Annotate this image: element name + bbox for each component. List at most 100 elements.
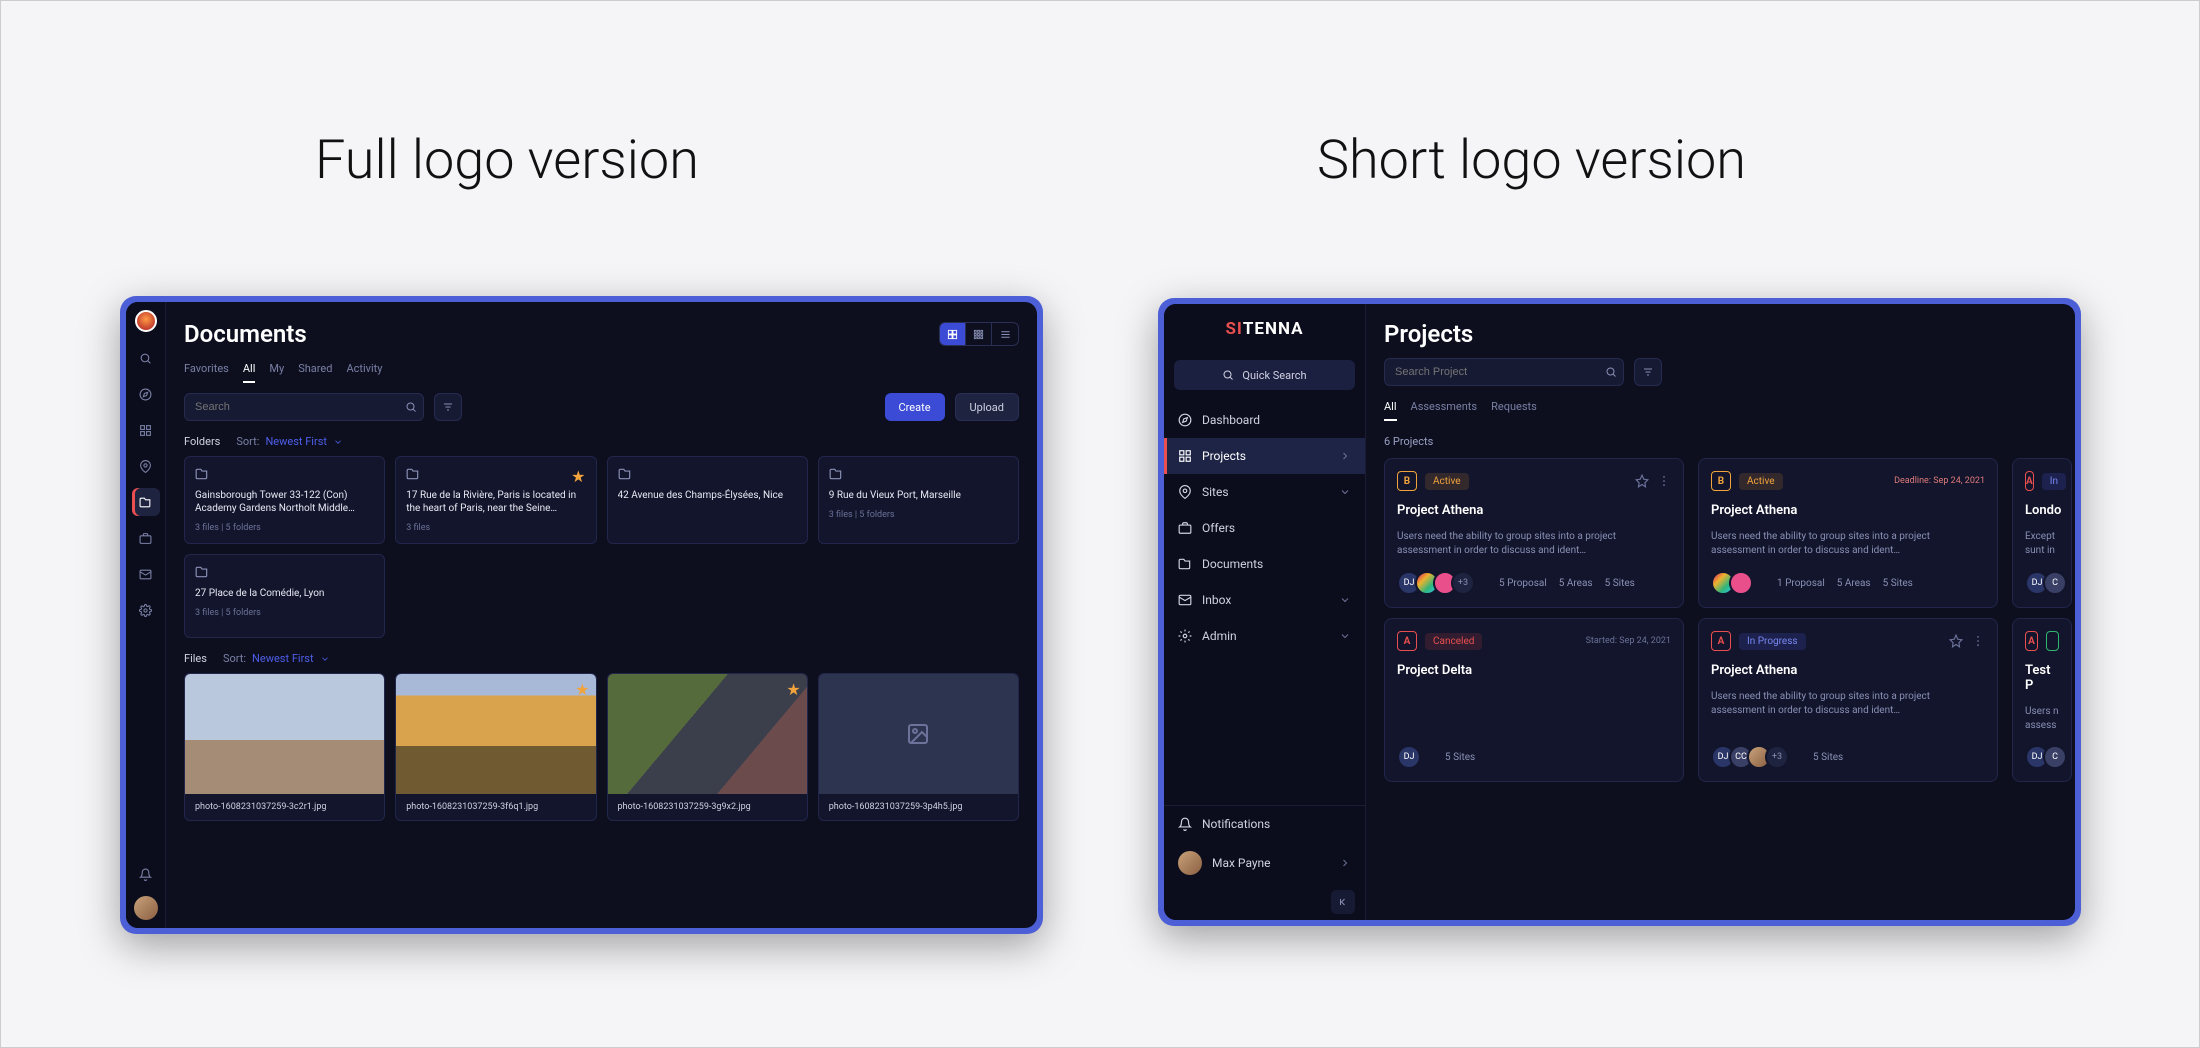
stat-sites: 5 Sites bbox=[1605, 578, 1635, 589]
folder-card[interactable]: 9 Rue du Vieux Port, Marseille 3 files |… bbox=[818, 456, 1019, 544]
project-card[interactable]: A Test P Users n assess DJ C bbox=[2012, 618, 2072, 782]
sidebar-item-documents[interactable]: Documents bbox=[1164, 546, 1365, 582]
view-large-grid-icon[interactable] bbox=[940, 323, 966, 345]
pin-icon[interactable] bbox=[132, 452, 160, 480]
sidebar-item-offers[interactable]: Offers bbox=[1164, 510, 1365, 546]
panel-full-logo: Documents Favorites bbox=[120, 296, 1043, 934]
avatar: C bbox=[2043, 745, 2067, 769]
tab-activity[interactable]: Activity bbox=[346, 362, 382, 383]
mail-icon[interactable] bbox=[132, 560, 160, 588]
more-icon[interactable] bbox=[1971, 634, 1985, 648]
view-small-grid-icon[interactable] bbox=[966, 323, 992, 345]
briefcase-icon[interactable] bbox=[132, 524, 160, 552]
file-card[interactable]: ★ photo-1608231037259-3g9x2.jpg bbox=[607, 673, 808, 821]
sidebar-item-dashboard[interactable]: Dashboard bbox=[1164, 402, 1365, 438]
search-input[interactable] bbox=[195, 401, 405, 413]
panel-short-logo: SITENNA Quick Search Dashboard Projects bbox=[1158, 298, 2081, 926]
file-thumbnail bbox=[819, 674, 1018, 794]
quick-search-button[interactable]: Quick Search bbox=[1174, 360, 1355, 390]
tab-requests[interactable]: Requests bbox=[1491, 400, 1537, 421]
folder-card[interactable]: 27 Place de la Comédie, Lyon 3 files | 5… bbox=[184, 554, 385, 638]
file-thumbnail: ★ bbox=[396, 674, 595, 794]
sidebar-item-notifications[interactable]: Notifications bbox=[1164, 806, 1365, 842]
gear-icon[interactable] bbox=[132, 596, 160, 624]
tab-my[interactable]: My bbox=[269, 362, 284, 383]
chevron-down-icon bbox=[1339, 594, 1351, 606]
star-icon[interactable] bbox=[1635, 474, 1649, 488]
project-card[interactable]: B Active Deadline: Sep 24, 2021 Project … bbox=[1698, 458, 1998, 608]
sidebar-item-admin[interactable]: Admin bbox=[1164, 618, 1365, 654]
page-title: Documents bbox=[184, 320, 307, 348]
page-title: Projects bbox=[1384, 320, 2075, 348]
folder-card[interactable]: ★ 17 Rue de la Rivière, Paris is located… bbox=[395, 456, 596, 544]
status-badge: Active bbox=[1425, 473, 1469, 490]
tab-favorites[interactable]: Favorites bbox=[184, 362, 229, 383]
folder-icon bbox=[195, 565, 209, 579]
view-list-icon[interactable] bbox=[992, 323, 1018, 345]
sidebar-item-label: Sites bbox=[1202, 485, 1229, 499]
folder-title: 9 Rue du Vieux Port, Marseille bbox=[829, 489, 1008, 502]
grid-icon[interactable] bbox=[132, 416, 160, 444]
folders-sort[interactable]: Sort: Newest First bbox=[236, 435, 343, 448]
project-card[interactable]: B Active Project Athena Users need the a bbox=[1384, 458, 1684, 608]
file-card[interactable]: photo-1608231037259-3p4h5.jpg bbox=[818, 673, 1019, 821]
collapse-sidebar-button[interactable] bbox=[1331, 890, 1355, 914]
filter-button[interactable] bbox=[1634, 358, 1662, 386]
avatar[interactable] bbox=[134, 896, 158, 920]
user-row[interactable]: Max Payne bbox=[1164, 842, 1365, 884]
tab-all[interactable]: All bbox=[243, 362, 256, 383]
folder-title: Gainsborough Tower 33-122 (Con) Academy … bbox=[195, 489, 374, 515]
status-badge: Canceled bbox=[1425, 633, 1482, 650]
folder-meta: 3 files | 5 folders bbox=[195, 523, 374, 533]
brand-part2: TENNA bbox=[1243, 319, 1304, 339]
project-card[interactable]: A In Londo Except sunt in DJ C bbox=[2012, 458, 2072, 608]
tab-shared[interactable]: Shared bbox=[298, 362, 332, 383]
bell-icon[interactable] bbox=[132, 860, 160, 888]
sidebar-item-inbox[interactable]: Inbox bbox=[1164, 582, 1365, 618]
sidebar-item-sites[interactable]: Sites bbox=[1164, 474, 1365, 510]
project-card[interactable]: A Canceled Started: Sep 24, 2021 Project… bbox=[1384, 618, 1684, 782]
grid-icon bbox=[1178, 449, 1192, 463]
status-badge: In Progress bbox=[1739, 633, 1806, 650]
compass-icon[interactable] bbox=[132, 380, 160, 408]
search-icon[interactable] bbox=[132, 344, 160, 372]
filter-button[interactable] bbox=[434, 393, 462, 421]
folder-meta: 3 files bbox=[406, 523, 585, 533]
folder-icon bbox=[406, 467, 420, 481]
started-text: Started: Sep 24, 2021 bbox=[1586, 636, 1671, 646]
files-sort[interactable]: Sort: Newest First bbox=[223, 652, 330, 665]
file-card[interactable]: ★ photo-1608231037259-3f6q1.jpg bbox=[395, 673, 596, 821]
files-label: Files bbox=[184, 652, 207, 665]
folder-title: 17 Rue de la Rivière, Paris is located i… bbox=[406, 489, 585, 515]
folder-meta: 3 files | 5 folders bbox=[195, 608, 374, 618]
folder-title: 27 Place de la Comédie, Lyon bbox=[195, 587, 374, 600]
project-card[interactable]: A In Progress Project Athena Users need bbox=[1698, 618, 1998, 782]
folder-icon bbox=[195, 467, 209, 481]
tab-assessments[interactable]: Assessments bbox=[1411, 400, 1478, 421]
file-card[interactable]: photo-1608231037259-3c2r1.jpg bbox=[184, 673, 385, 821]
file-name: photo-1608231037259-3f6q1.jpg bbox=[396, 794, 595, 820]
search-icon bbox=[1605, 366, 1617, 378]
project-title: Project Athena bbox=[1711, 663, 1985, 678]
project-type-icon bbox=[2046, 631, 2059, 651]
project-desc: Users need the ability to group sites in… bbox=[1397, 530, 1671, 558]
sidebar-item-projects[interactable]: Projects bbox=[1164, 438, 1365, 474]
chevron-down-icon bbox=[1339, 630, 1351, 642]
avatar-stack: DJ bbox=[1397, 745, 1421, 769]
file-name: photo-1608231037259-3c2r1.jpg bbox=[185, 794, 384, 820]
gear-icon bbox=[1178, 629, 1192, 643]
avatar-more: +3 bbox=[1451, 571, 1475, 595]
avatar-stack: DJ C bbox=[2025, 745, 2067, 769]
sidebar: SITENNA Quick Search Dashboard Projects bbox=[1164, 304, 1366, 920]
sort-value: Newest First bbox=[265, 435, 327, 448]
search-input[interactable] bbox=[1395, 366, 1605, 378]
folder-icon[interactable] bbox=[132, 488, 160, 516]
create-button[interactable]: Create bbox=[885, 393, 945, 421]
file-thumbnail: ★ bbox=[608, 674, 807, 794]
tab-all[interactable]: All bbox=[1384, 400, 1397, 421]
folder-card[interactable]: 42 Avenue des Champs-Élysées, Nice bbox=[607, 456, 808, 544]
star-icon[interactable] bbox=[1949, 634, 1963, 648]
folder-card[interactable]: Gainsborough Tower 33-122 (Con) Academy … bbox=[184, 456, 385, 544]
more-icon[interactable] bbox=[1657, 474, 1671, 488]
upload-button[interactable]: Upload bbox=[955, 393, 1019, 421]
